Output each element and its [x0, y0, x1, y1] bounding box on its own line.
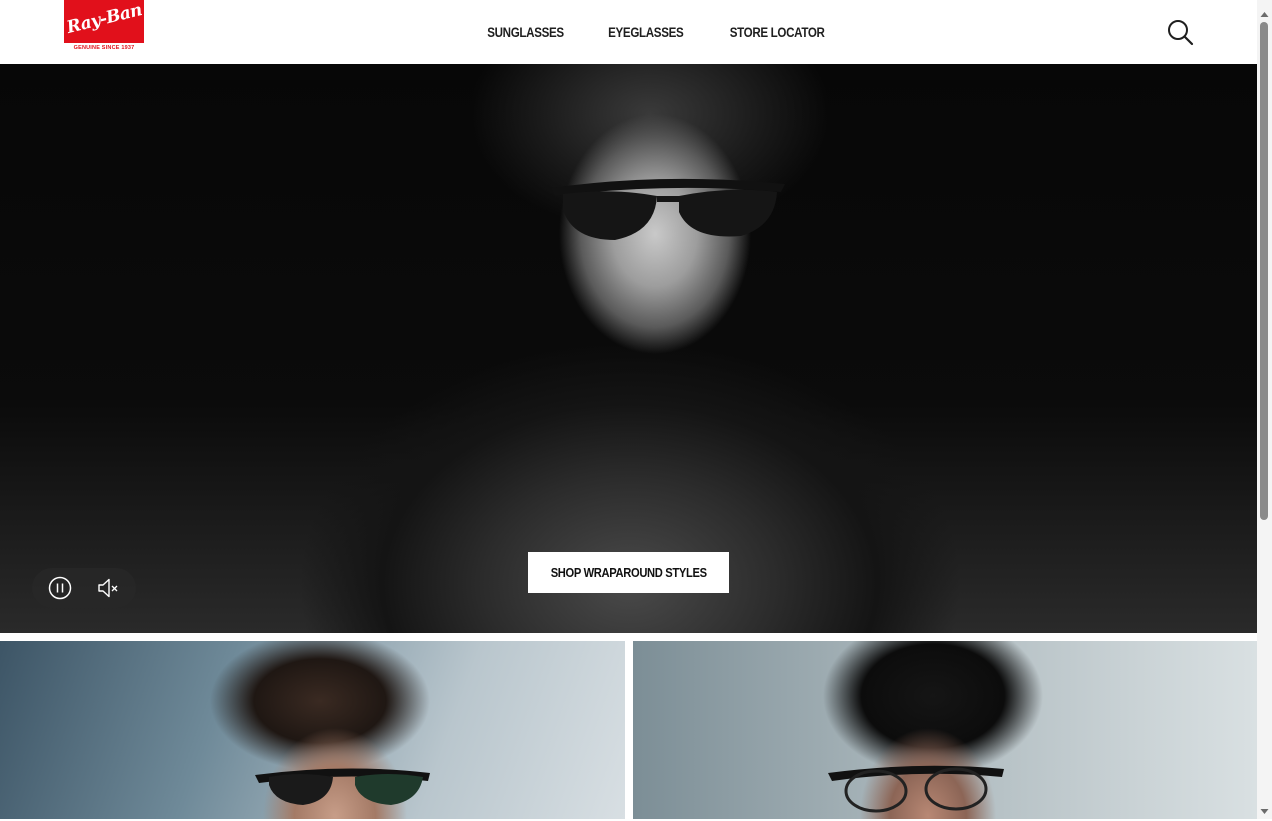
video-controls — [32, 568, 136, 608]
pause-icon[interactable] — [48, 576, 72, 600]
scroll-down-arrow-icon[interactable] — [1260, 803, 1269, 814]
search-icon[interactable] — [1166, 18, 1194, 46]
nav-store-locator[interactable]: STORE LOCATOR — [729, 25, 824, 40]
main-nav: SUNGLASSES EYEGLASSES STORE LOCATOR — [0, 0, 1257, 64]
site-header: Ray-Ban GENUINE SINCE 1937 SUNGLASSES EY… — [0, 0, 1257, 64]
shop-wraparound-button[interactable]: SHOP WRAPAROUND STYLES — [528, 552, 729, 593]
left-product-tile[interactable] — [0, 641, 625, 819]
nav-sunglasses[interactable]: SUNGLASSES — [487, 25, 564, 40]
page-scrollbar[interactable] — [1257, 0, 1272, 819]
hero-sunglasses-image — [551, 178, 785, 240]
cta-label: SHOP WRAPAROUND STYLES — [550, 565, 707, 580]
right-product-tile[interactable] — [633, 641, 1257, 819]
nav-eyeglasses[interactable]: EYEGLASSES — [608, 25, 684, 40]
left-tile-sunglasses-image — [255, 768, 430, 805]
speaker-muted-icon[interactable] — [96, 576, 120, 600]
right-tile-eyeglasses-image — [828, 765, 1004, 813]
scrollbar-thumb[interactable] — [1260, 22, 1268, 520]
hero-video[interactable]: SHOP WRAPAROUND STYLES — [0, 64, 1257, 633]
scroll-up-arrow-icon[interactable] — [1260, 6, 1269, 17]
